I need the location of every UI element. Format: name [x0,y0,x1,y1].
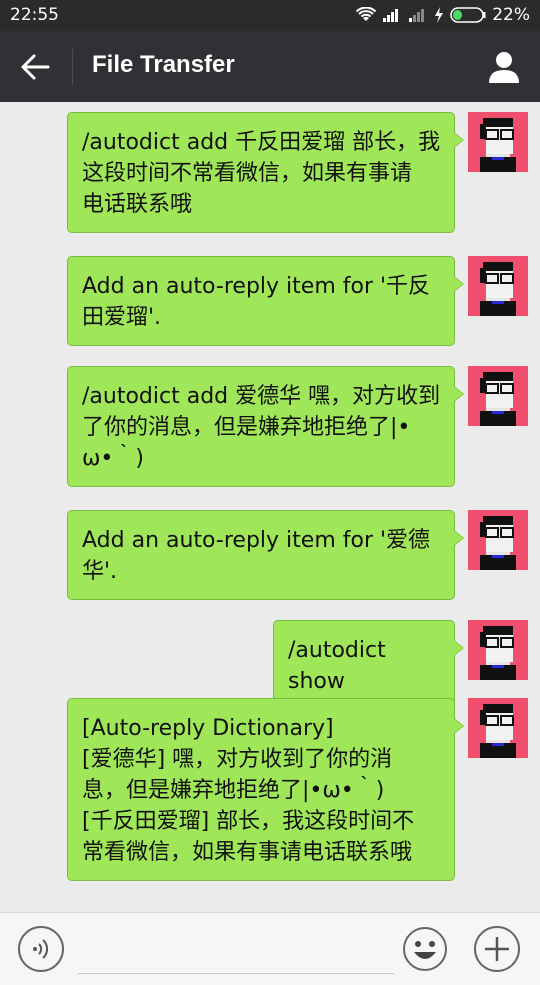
avatar[interactable] [468,366,528,426]
message-input[interactable] [78,925,394,974]
message-line: Add an auto-reply item for '千反 [82,274,431,299]
signal-icon-2 [409,9,425,22]
message-row: /autodict show [273,620,528,710]
message-line: 这段时间不常看微信，如果有事请 [82,161,413,186]
message-row: [Auto-reply Dictionary] [爱德华] 嘿，对方收到了你的消… [67,698,528,881]
emoji-icon[interactable] [402,926,448,972]
plus-icon [485,937,509,961]
chat-area[interactable]: /autodict add 千反田爱瑠 部长，我 这段时间不常看微信，如果有事请… [0,102,540,912]
plus-button[interactable] [474,926,520,972]
message-bubble[interactable]: Add an auto-reply item for '千反 田爱瑠'. [67,256,464,346]
arrow-left-icon[interactable] [18,51,54,83]
status-time: 22:55 [10,5,59,25]
message-row: Add an auto-reply item for '千反 田爱瑠'. [67,256,528,346]
message-line: 田爱瑠'. [82,305,162,330]
message-line: /autodict add 千反田爱瑠 部长，我 [82,130,441,155]
message-line: ω•｀) [82,446,144,471]
page-title: File Transfer [92,51,235,78]
message-line: 电话联系哦 [82,192,193,217]
message-line: 华'. [82,559,118,584]
message-line: 常看微信，如果有事请电话联系哦 [82,840,413,865]
avatar[interactable] [468,510,528,570]
message-line: /autodict add 爱德华 嘿，对方收到 [82,384,441,409]
avatar[interactable] [468,112,528,172]
message-bubble[interactable]: /autodict add 千反田爱瑠 部长，我 这段时间不常看微信，如果有事请… [67,112,464,233]
message-row: /autodict add 千反田爱瑠 部长，我 这段时间不常看微信，如果有事请… [67,112,528,233]
message-line: 息，但是嫌弃地拒绝了|•ω•｀) [82,778,385,803]
message-line: [千反田爱瑠] 部长，我这段时间不 [82,809,415,834]
app-bar: File Transfer [0,31,540,102]
avatar[interactable] [468,698,528,758]
message-bubble[interactable]: /autodict show [273,620,464,710]
message-line: 了你的消息，但是嫌弃地拒绝了|• [82,415,411,440]
signal-icon [383,9,399,22]
message-bubble[interactable]: /autodict add 爱德华 嘿，对方收到 了你的消息，但是嫌弃地拒绝了|… [67,366,464,487]
header-divider [72,49,73,85]
avatar[interactable] [468,620,528,680]
message-row: /autodict add 爱德华 嘿，对方收到 了你的消息，但是嫌弃地拒绝了|… [67,366,528,487]
charging-icon [435,7,444,23]
wifi-icon [356,7,377,21]
message-bubble[interactable]: [Auto-reply Dictionary] [爱德华] 嘿，对方收到了你的消… [67,698,464,881]
avatar[interactable] [468,256,528,316]
message-line: Add an auto-reply item for '爱德 [82,528,431,553]
battery-icon [450,7,486,23]
battery-percent: 22% [492,5,530,25]
message-row: Add an auto-reply item for '爱德 华'. [67,510,528,600]
person-icon[interactable] [486,49,522,85]
voice-icon [33,939,49,959]
status-bar: 22:55 22% [0,0,540,31]
message-bubble[interactable]: Add an auto-reply item for '爱德 华'. [67,510,464,600]
voice-button[interactable] [18,926,64,972]
message-line: [爱德华] 嘿，对方收到了你的消 [82,747,393,772]
message-line: [Auto-reply Dictionary] [82,716,334,741]
message-line: /autodict show [288,638,386,694]
input-bar [0,912,540,985]
